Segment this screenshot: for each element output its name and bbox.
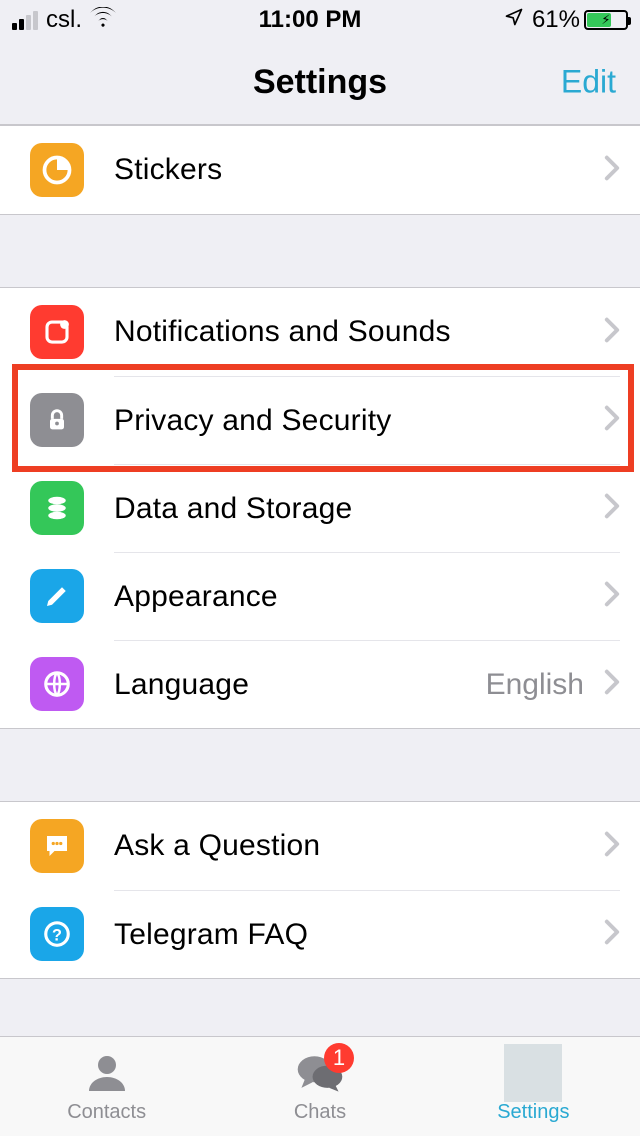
chats-badge: 1 bbox=[324, 1043, 354, 1073]
help-icon: ? bbox=[30, 907, 84, 961]
tab-chats[interactable]: 1 Chats bbox=[213, 1037, 426, 1136]
status-bar: csl. 11:00 PM 61% ⚡︎ bbox=[0, 0, 640, 40]
page-title: Settings bbox=[253, 63, 387, 102]
settings-content: Stickers Notifications and Sounds bbox=[0, 125, 640, 1036]
row-label: Appearance bbox=[114, 580, 604, 614]
lock-icon bbox=[30, 393, 84, 447]
tab-settings[interactable]: Settings bbox=[427, 1037, 640, 1136]
globe-icon bbox=[30, 657, 84, 711]
nav-header: Settings Edit bbox=[0, 40, 640, 125]
chevron-right-icon bbox=[604, 401, 620, 440]
signal-icon bbox=[12, 10, 38, 30]
settings-group: Ask a Question ? Telegram FAQ bbox=[0, 801, 640, 979]
bell-icon bbox=[30, 305, 84, 359]
tab-label: Contacts bbox=[67, 1101, 146, 1124]
tab-contacts[interactable]: Contacts bbox=[0, 1037, 213, 1136]
row-notifications[interactable]: Notifications and Sounds bbox=[0, 288, 640, 376]
row-language[interactable]: Language English bbox=[0, 640, 640, 728]
row-label: Privacy and Security bbox=[114, 404, 604, 438]
row-label: Telegram FAQ bbox=[114, 918, 604, 952]
edit-button[interactable]: Edit bbox=[561, 64, 616, 101]
contacts-icon bbox=[83, 1049, 131, 1097]
chevron-right-icon bbox=[604, 827, 620, 866]
row-privacy[interactable]: Privacy and Security bbox=[0, 376, 640, 464]
chevron-right-icon bbox=[604, 151, 620, 190]
row-label: Data and Storage bbox=[114, 492, 604, 526]
battery-percent: 61% bbox=[532, 6, 580, 34]
svg-text:?: ? bbox=[52, 926, 62, 944]
location-icon bbox=[504, 6, 524, 34]
row-ask-question[interactable]: Ask a Question bbox=[0, 802, 640, 890]
settings-icon bbox=[504, 1049, 562, 1097]
battery-icon: ⚡︎ bbox=[584, 10, 628, 30]
row-telegram-faq[interactable]: ? Telegram FAQ bbox=[0, 890, 640, 978]
row-label: Notifications and Sounds bbox=[114, 315, 604, 349]
chevron-right-icon bbox=[604, 577, 620, 616]
row-value: English bbox=[486, 668, 584, 702]
settings-group: Stickers bbox=[0, 125, 640, 215]
row-data-storage[interactable]: Data and Storage bbox=[0, 464, 640, 552]
chevron-right-icon bbox=[604, 665, 620, 704]
settings-group: Notifications and Sounds Privacy and Sec… bbox=[0, 287, 640, 729]
chat-icon bbox=[30, 819, 84, 873]
row-label: Ask a Question bbox=[114, 829, 604, 863]
tab-label: Chats bbox=[294, 1101, 346, 1124]
brush-icon bbox=[30, 569, 84, 623]
stickers-icon bbox=[30, 143, 84, 197]
chevron-right-icon bbox=[604, 915, 620, 954]
row-appearance[interactable]: Appearance bbox=[0, 552, 640, 640]
tab-bar: Contacts 1 Chats Settings bbox=[0, 1036, 640, 1136]
row-label: Stickers bbox=[114, 153, 604, 187]
wifi-icon bbox=[90, 6, 116, 34]
row-stickers[interactable]: Stickers bbox=[0, 126, 640, 214]
row-label: Language bbox=[114, 668, 486, 702]
status-time: 11:00 PM bbox=[259, 6, 362, 34]
chevron-right-icon bbox=[604, 313, 620, 352]
carrier-label: csl. bbox=[46, 6, 82, 34]
tab-label: Settings bbox=[497, 1101, 569, 1124]
storage-icon bbox=[30, 481, 84, 535]
chevron-right-icon bbox=[604, 489, 620, 528]
